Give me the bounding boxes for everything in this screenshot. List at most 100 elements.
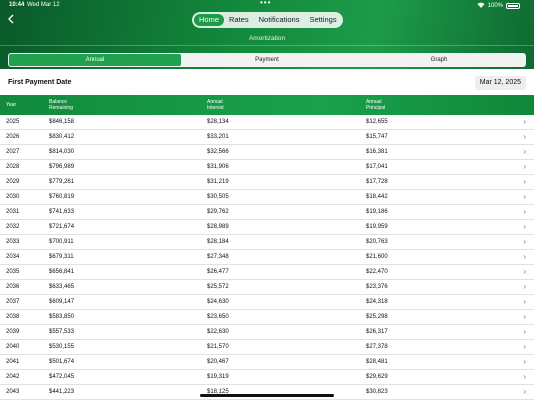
row-year: 2039 (6, 329, 20, 335)
chevron-right-icon: › (523, 192, 526, 201)
chevron-right-icon: › (523, 267, 526, 276)
home-indicator[interactable] (200, 394, 334, 397)
view-tab-payment[interactable]: Payment (181, 54, 353, 66)
row-principal: $15,747 (366, 134, 388, 140)
row-balance: $609,147 (49, 299, 75, 305)
chevron-right-icon: › (523, 387, 526, 396)
chevron-right-icon: › (523, 237, 526, 246)
chevron-right-icon: › (523, 177, 526, 186)
row-interest: $21,570 (207, 344, 229, 350)
row-year: 2043 (6, 389, 20, 395)
row-principal: $17,041 (366, 164, 388, 170)
app-header: 10:44 Wed Mar 12 ••• 100% Home Rates Not… (0, 0, 534, 69)
header-principal-line2: Principal (366, 105, 386, 111)
row-principal: $21,600 (366, 254, 388, 260)
table-row[interactable]: 2030 $760,819 $30,505 $18,442 › (0, 190, 534, 205)
table-header: Year Balance Remaining Annual Interest A… (0, 95, 534, 115)
table-row[interactable]: 2032 $721,674 $28,989 $19,959 › (0, 220, 534, 235)
main-nav: Home Rates Notifications Settings (192, 12, 343, 28)
row-balance: $472,045 (49, 374, 75, 380)
table-row[interactable]: 2039 $557,533 $22,630 $26,317 › (0, 325, 534, 340)
row-year: 2037 (6, 299, 20, 305)
row-balance: $721,674 (49, 224, 75, 230)
chevron-right-icon: › (523, 297, 526, 306)
table-row[interactable]: 2025 $846,158 $28,134 $12,655 › (0, 115, 534, 130)
row-balance: $656,841 (49, 269, 75, 275)
row-balance: $830,412 (49, 134, 75, 140)
amortization-table: 2025 $846,158 $28,134 $12,655 › 2026 $830,412 $… (0, 115, 534, 400)
first-payment-row: First Payment Date Mar 12, 2025 (0, 72, 534, 94)
table-row[interactable]: 2043 $441,223 $18,125 $30,823 › (0, 385, 534, 400)
chevron-right-icon: › (523, 252, 526, 261)
row-principal: $24,318 (366, 299, 388, 305)
table-row[interactable]: 2034 $679,311 $27,348 $21,600 › (0, 250, 534, 265)
row-balance: $700,911 (49, 239, 74, 245)
status-bar: 10:44 Wed Mar 12 ••• 100% (0, 0, 534, 10)
row-balance: $501,674 (49, 359, 75, 365)
table-row[interactable]: 2033 $700,911 $28,184 $20,763 › (0, 235, 534, 250)
row-year: 2042 (6, 374, 20, 380)
table-row[interactable]: 2026 $830,412 $33,201 $15,747 › (0, 130, 534, 145)
chevron-right-icon: › (523, 312, 526, 321)
row-interest: $25,572 (207, 284, 229, 290)
header-balance-line2: Remaining (49, 105, 73, 111)
row-balance: $633,465 (49, 284, 75, 290)
row-interest: $26,477 (207, 269, 229, 275)
chevron-right-icon: › (523, 207, 526, 216)
row-year: 2041 (6, 359, 20, 365)
tab-home[interactable]: Home (194, 14, 225, 26)
row-balance: $814,030 (49, 149, 75, 155)
table-row[interactable]: 2027 $814,030 $32,566 $16,381 › (0, 145, 534, 160)
row-interest: $31,906 (207, 164, 229, 170)
table-row[interactable]: 2029 $779,261 $31,219 $17,728 › (0, 175, 534, 190)
page-title: Amortization (248, 35, 286, 42)
table-row[interactable]: 2031 $741,633 $29,762 $19,186 › (0, 205, 534, 220)
row-year: 2040 (6, 344, 20, 350)
status-right: 100% (477, 2, 520, 10)
table-row[interactable]: 2036 $633,465 $25,572 $23,376 › (0, 280, 534, 295)
row-principal: $26,317 (366, 329, 388, 335)
row-interest: $31,219 (207, 179, 229, 185)
row-principal: $23,376 (366, 284, 388, 290)
row-balance: $679,311 (49, 254, 74, 260)
table-row[interactable]: 2041 $501,674 $20,467 $28,481 › (0, 355, 534, 370)
table-row[interactable]: 2037 $609,147 $24,630 $24,318 › (0, 295, 534, 310)
table-row[interactable]: 2035 $656,841 $26,477 $22,470 › (0, 265, 534, 280)
view-tab-annual[interactable]: Annual (9, 54, 181, 66)
tab-rates[interactable]: Rates (224, 14, 254, 26)
row-principal: $19,186 (366, 209, 388, 215)
chevron-right-icon: › (523, 222, 526, 231)
tab-notifications[interactable]: Notifications (254, 14, 305, 26)
view-segmented-control: Annual Payment Graph (8, 53, 526, 67)
table-row[interactable]: 2040 $530,155 $21,570 $27,378 › (0, 340, 534, 355)
first-payment-date-picker[interactable]: Mar 12, 2025 (474, 76, 526, 90)
row-balance: $530,155 (49, 344, 75, 350)
row-principal: $30,823 (366, 389, 388, 395)
battery-icon (506, 3, 520, 9)
row-principal: $18,442 (366, 194, 388, 200)
chevron-right-icon: › (523, 282, 526, 291)
row-principal: $19,959 (366, 224, 388, 230)
back-chevron-icon[interactable] (7, 14, 19, 26)
chevron-right-icon: › (523, 327, 526, 336)
table-row[interactable]: 2038 $583,850 $23,650 $25,298 › (0, 310, 534, 325)
multitasking-dots-icon[interactable]: ••• (260, 0, 271, 7)
tab-settings[interactable]: Settings (304, 14, 341, 26)
row-interest: $28,134 (207, 119, 229, 125)
view-tab-graph[interactable]: Graph (353, 54, 525, 66)
row-interest: $27,348 (207, 254, 229, 260)
row-interest: $29,762 (207, 209, 229, 215)
chevron-right-icon: › (523, 357, 526, 366)
row-balance: $760,819 (49, 194, 75, 200)
table-row[interactable]: 2028 $796,989 $31,906 $17,041 › (0, 160, 534, 175)
row-principal: $12,655 (366, 119, 388, 125)
row-year: 2025 (6, 119, 20, 125)
row-principal: $29,629 (366, 374, 388, 380)
row-interest: $24,630 (207, 299, 229, 305)
chevron-right-icon: › (523, 162, 526, 171)
row-year: 2036 (6, 284, 20, 290)
table-row[interactable]: 2042 $472,045 $19,319 $29,629 › (0, 370, 534, 385)
row-interest: $28,184 (207, 239, 229, 245)
row-year: 2035 (6, 269, 20, 275)
row-balance: $583,850 (49, 314, 75, 320)
